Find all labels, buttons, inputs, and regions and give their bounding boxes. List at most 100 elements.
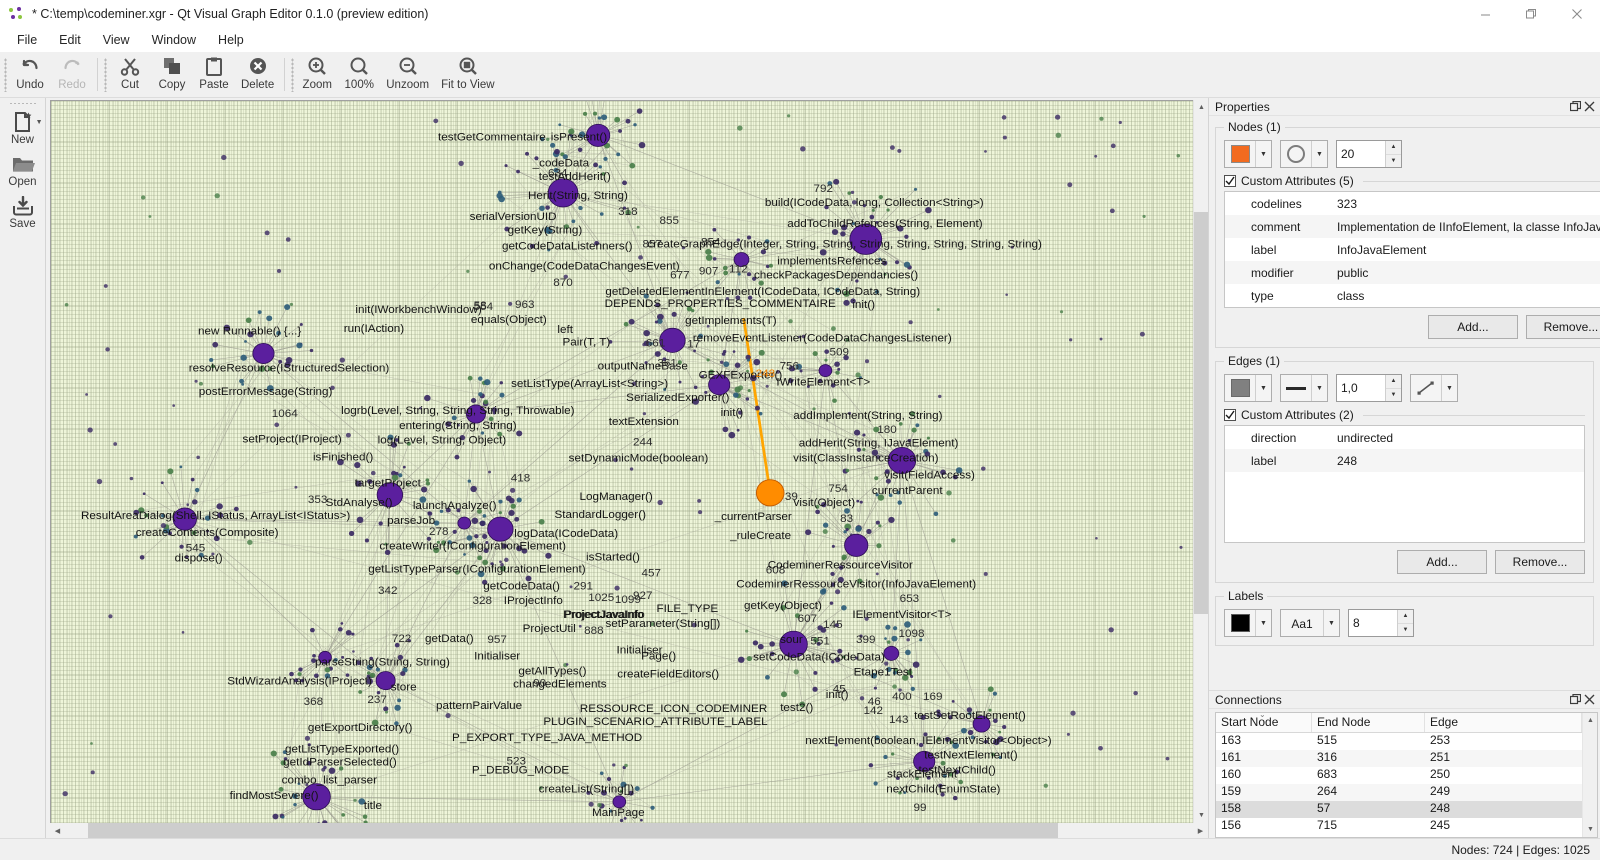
attr-value[interactable]: InfoJavaElement: [1337, 243, 1600, 257]
hscroll-track[interactable]: [65, 823, 1193, 838]
menu-window[interactable]: Window: [141, 30, 207, 50]
graph-drawing[interactable]: testGetCommentaire isPresent()_codeData63…: [51, 101, 1193, 823]
node-size-arrows[interactable]: ▲ ▼: [1385, 141, 1401, 167]
node-size-value[interactable]: 20: [1337, 141, 1385, 167]
edge-arrow-icon[interactable]: [1411, 375, 1441, 401]
label-color-picker[interactable]: ▼: [1224, 609, 1272, 637]
node-color-dropdown-caret-icon[interactable]: ▼: [1255, 141, 1271, 167]
table-row[interactable]: type class: [1225, 284, 1600, 307]
node-custom-attributes-checkbox[interactable]: [1224, 175, 1236, 187]
toolbar-grip-3[interactable]: [289, 52, 296, 97]
close-panel-icon[interactable]: [1582, 100, 1596, 114]
node-size-decrement[interactable]: ▼: [1386, 154, 1401, 167]
scroll-up-button[interactable]: ▲: [1194, 100, 1209, 115]
table-row[interactable]: label InfoJavaElement: [1225, 238, 1600, 261]
copy-button[interactable]: Copy: [151, 52, 193, 97]
hscroll-thumb[interactable]: [87, 823, 1058, 838]
node-color-picker[interactable]: ▼: [1224, 140, 1272, 168]
attr-value[interactable]: public: [1337, 266, 1600, 280]
connections-vscroll-track[interactable]: [1583, 728, 1597, 822]
left-dock-grip[interactable]: [8, 100, 38, 107]
line-style-icon[interactable]: [1281, 375, 1311, 401]
node-shape-dropdown-caret-icon[interactable]: ▼: [1311, 141, 1327, 167]
maximize-button[interactable]: [1508, 0, 1554, 28]
paste-button[interactable]: Paste: [193, 52, 235, 97]
label-size-value[interactable]: 8: [1349, 610, 1397, 636]
edge-attributes-table[interactable]: direction undirected label 248: [1224, 425, 1585, 543]
label-size-increment[interactable]: ▲: [1398, 610, 1413, 624]
table-row[interactable]: 163 515 253: [1216, 733, 1582, 750]
edge-width-arrows[interactable]: ▲ ▼: [1385, 375, 1401, 401]
circle-shape-icon[interactable]: [1281, 141, 1311, 167]
attr-value[interactable]: class: [1337, 289, 1600, 303]
table-row[interactable]: comment Implementation de IInfoElement, …: [1225, 215, 1600, 238]
edge-remove-attribute-button[interactable]: Remove...: [1495, 550, 1585, 574]
edge-width-stepper[interactable]: 1,0 ▲ ▼: [1336, 374, 1402, 402]
float-panel-icon[interactable]: [1568, 100, 1582, 114]
connections-scroll-up-button[interactable]: ▲: [1583, 713, 1597, 728]
toolbar-grip[interactable]: [2, 52, 9, 97]
table-row[interactable]: label 248: [1225, 449, 1584, 472]
edge-width-decrement[interactable]: ▼: [1386, 388, 1401, 401]
node-size-stepper[interactable]: 20 ▲ ▼: [1336, 140, 1402, 168]
label-color-swatch[interactable]: [1225, 610, 1255, 636]
new-file-button[interactable]: ▼ New: [1, 107, 45, 149]
table-row[interactable]: modifier public: [1225, 261, 1600, 284]
edge-color-swatch[interactable]: [1225, 375, 1255, 401]
menu-edit[interactable]: Edit: [48, 30, 92, 50]
edge-width-value[interactable]: 1,0: [1337, 375, 1385, 401]
minimize-button[interactable]: [1462, 0, 1508, 28]
node-remove-attribute-button[interactable]: Remove...: [1525, 315, 1600, 339]
canvas-horizontal-scrollbar[interactable]: ◀ ▶: [50, 823, 1208, 838]
label-font-sample[interactable]: Aa1: [1281, 610, 1323, 638]
redo-button[interactable]: Redo: [51, 52, 93, 97]
canvas-vertical-scrollbar[interactable]: ▲ ▼: [1193, 100, 1209, 823]
edge-custom-attributes-checkbox[interactable]: [1224, 409, 1236, 421]
table-row[interactable]: 158 57 248: [1216, 801, 1582, 818]
table-row[interactable]: 156 715 245: [1216, 818, 1582, 835]
fit-to-view-button[interactable]: Fit to View: [435, 52, 500, 97]
edge-line-dropdown-caret-icon[interactable]: ▼: [1311, 375, 1327, 401]
edge-arrow-picker[interactable]: ▼: [1410, 374, 1458, 402]
menu-file[interactable]: File: [6, 30, 48, 50]
vscroll-thumb[interactable]: [1194, 212, 1208, 614]
graph-canvas[interactable]: testGetCommentaire isPresent() _codeData 63…: [50, 100, 1193, 823]
node-size-increment[interactable]: ▲: [1386, 141, 1401, 155]
label-font-picker[interactable]: Aa1 ▼: [1280, 609, 1340, 637]
float-panel-icon[interactable]: [1568, 693, 1582, 707]
vscroll-track[interactable]: [1194, 115, 1208, 808]
connections-table[interactable]: Start Node ⌄ End Node Edge 163 515 253 1…: [1216, 713, 1582, 837]
table-row[interactable]: 159 264 249: [1216, 784, 1582, 801]
edge-width-increment[interactable]: ▲: [1386, 375, 1401, 389]
connections-scroll-down-button[interactable]: ▼: [1583, 822, 1597, 837]
edge-color-picker[interactable]: ▼: [1224, 374, 1272, 402]
label-size-decrement[interactable]: ▼: [1398, 623, 1413, 636]
toolbar-grip-2[interactable]: [102, 52, 109, 97]
edge-arrow-dropdown-caret-icon[interactable]: ▼: [1441, 375, 1457, 401]
label-size-stepper[interactable]: 8 ▲ ▼: [1348, 609, 1414, 637]
attr-value[interactable]: 323: [1337, 197, 1600, 211]
scroll-left-button[interactable]: ◀: [50, 823, 65, 838]
node-add-attribute-button[interactable]: Add...: [1427, 315, 1518, 339]
node-shape-picker[interactable]: ▼: [1280, 140, 1328, 168]
cut-button[interactable]: Cut: [109, 52, 151, 97]
scroll-down-button[interactable]: ▼: [1194, 808, 1209, 823]
zoom-reset-button[interactable]: 100%: [338, 52, 380, 97]
connections-vertical-scrollbar[interactable]: ▲ ▼: [1582, 713, 1597, 837]
column-header-end-node[interactable]: End Node: [1312, 713, 1425, 732]
node-attributes-table[interactable]: codelines 323 comment Implementation de …: [1224, 191, 1600, 308]
save-file-button[interactable]: Save: [1, 191, 45, 233]
menu-view[interactable]: View: [92, 30, 141, 50]
attr-value[interactable]: 248: [1337, 454, 1584, 468]
attr-value[interactable]: undirected: [1337, 431, 1584, 445]
scroll-right-button[interactable]: ▶: [1193, 823, 1208, 838]
edge-add-attribute-button[interactable]: Add...: [1397, 550, 1487, 574]
label-size-arrows[interactable]: ▲ ▼: [1397, 610, 1413, 636]
node-color-swatch[interactable]: [1225, 141, 1255, 167]
table-row[interactable]: 160 683 250: [1216, 767, 1582, 784]
attr-value[interactable]: Implementation de IInfoElement, la class…: [1337, 220, 1600, 234]
delete-button[interactable]: Delete: [235, 52, 280, 97]
column-header-start-node[interactable]: Start Node ⌄: [1216, 713, 1312, 732]
table-row[interactable]: direction undirected: [1225, 426, 1584, 449]
menu-help[interactable]: Help: [207, 30, 255, 50]
